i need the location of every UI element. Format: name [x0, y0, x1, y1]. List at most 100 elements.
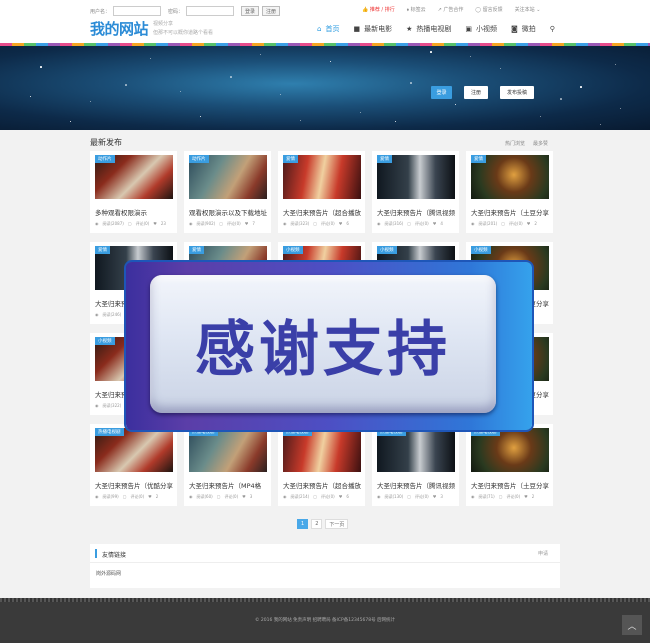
footer: © 2016 我的网站 免责声明 招聘聘局 备ICP备12345678号 后网统…	[0, 598, 650, 643]
category-tag[interactable]: 爱情	[283, 155, 298, 163]
category-tag[interactable]: 小视频	[377, 246, 397, 254]
video-title[interactable]: 观看权限演示以及下载地址	[189, 207, 269, 217]
banner-star	[410, 82, 412, 84]
nav-weipai[interactable]: ◙ 微拍	[504, 24, 543, 34]
video-thumbnail[interactable]: 热播电视剧	[471, 428, 549, 472]
comment-count: 评论(0)	[321, 221, 335, 226]
top-link-tags[interactable]: ⬧ 标签云	[407, 6, 426, 13]
video-card[interactable]: 热播电视剧 大圣归来预告片（腾讯视频 ◉ 阅读(130) ▢ 评论(0) ♥ 3	[372, 424, 459, 506]
friend-link-item[interactable]: 岗外源码网	[96, 570, 121, 577]
password-input[interactable]	[186, 6, 235, 16]
view-count: 阅读(246)	[102, 312, 122, 317]
video-title[interactable]: 大圣归来预告片（优酷分享	[95, 480, 175, 490]
video-title[interactable]: 大圣归来预告片（腾讯视频	[377, 207, 457, 217]
banner-buttons: 登录 注册 发布投稿	[431, 86, 534, 99]
eye-icon: ◉	[377, 494, 381, 499]
video-card[interactable]: 爱情大圣归来预告片（超合播放 ◉ 阅读(323) ▢ 评论(0) ♥ 6	[278, 151, 365, 233]
comment-count: 评论(0)	[509, 221, 523, 226]
video-thumbnail[interactable]: 热播电视剧	[189, 428, 267, 472]
eye-icon: ◉	[283, 221, 287, 226]
top-link-follow[interactable]: 关注本站 ⌄	[515, 6, 541, 13]
username-input[interactable]	[113, 6, 162, 16]
video-card[interactable]: 动作片观看权限演示以及下载地址 ◉ 阅读(902) ▢ 评论(0) ♥ 7	[184, 151, 271, 233]
video-card[interactable]: 爱情 大圣归来预告片（腾讯视频 ◉ 阅读(316) ▢ 评论(0) ♥ 4	[372, 151, 459, 233]
banner-star	[395, 121, 396, 122]
eye-icon: ◉	[471, 494, 475, 499]
banner-star	[500, 68, 501, 69]
category-tag[interactable]: 动作片	[189, 155, 209, 163]
page-2[interactable]: 2	[311, 519, 323, 529]
tag-icon: ⬧	[406, 7, 409, 13]
video-meta: ◉ 阅读(214) ▢ 评论(0) ♥ 6	[283, 494, 365, 500]
video-title[interactable]: 大圣归来预告片（土豆分享	[471, 207, 551, 217]
category-tag[interactable]: 动作片	[95, 155, 115, 163]
play-square-icon: ▣	[465, 25, 472, 33]
video-title[interactable]: 大圣归来预告片（MP4格	[189, 480, 269, 490]
chart-icon: ↗	[437, 7, 442, 13]
category-tag[interactable]: 爱情	[377, 155, 392, 163]
banner-star	[30, 96, 31, 97]
video-card[interactable]: 热播电视剧大圣归来预告片（超合播放 ◉ 阅读(214) ▢ 评论(0) ♥ 6	[278, 424, 365, 506]
comment-icon: ▢	[122, 494, 127, 499]
login-button[interactable]: 登录	[241, 6, 260, 16]
like-count: 4	[440, 221, 443, 226]
video-thumbnail[interactable]: 爱情	[377, 155, 455, 199]
top-link-rank[interactable]: 👍 推荐 / 排行	[362, 6, 395, 13]
nav-home[interactable]: ⌂ 首页	[310, 24, 346, 34]
category-tag[interactable]: 热播电视剧	[95, 428, 124, 436]
category-tag[interactable]: 爱情	[189, 246, 204, 254]
category-tag[interactable]: 爱情	[471, 155, 486, 163]
video-title[interactable]: 大圣归来预告片（腾讯视频	[377, 480, 457, 490]
tab-hot[interactable]: 热门浏览	[505, 140, 525, 147]
video-card[interactable]: 热播电视剧 大圣归来预告片（优酷分享 ◉ 阅读(99) ▢ 评论(0) ♥ 2	[90, 424, 177, 506]
banner-star	[90, 101, 91, 102]
eye-icon: ◉	[95, 494, 99, 499]
register-button[interactable]: 注册	[262, 6, 281, 16]
video-thumbnail[interactable]: 热播电视剧	[283, 428, 361, 472]
category-tag[interactable]: 小视频	[95, 337, 115, 345]
category-tag[interactable]: 小视频	[283, 246, 303, 254]
banner-login-button[interactable]: 登录	[431, 86, 452, 99]
video-meta: ◉ 阅读(902) ▢ 评论(0) ♥ 7	[189, 221, 271, 227]
view-count: 阅读(71)	[478, 494, 495, 499]
video-title[interactable]: 大圣归来预告片（土豆分享	[471, 480, 551, 490]
video-meta: ◉ 阅读(323) ▢ 评论(0) ♥ 6	[283, 221, 365, 227]
banner-star	[455, 104, 456, 105]
nav-search[interactable]: ⚲	[543, 24, 562, 34]
comment-count: 评论(0)	[130, 494, 145, 499]
video-thumbnail[interactable]: 动作片	[189, 155, 267, 199]
thumb-up-icon: 👍	[362, 7, 369, 13]
next-page-button[interactable]: 下一页	[325, 519, 349, 529]
banner-register-button[interactable]: 注册	[464, 86, 488, 99]
camera-icon: ◙	[510, 25, 518, 33]
video-card[interactable]: 动作片 多种观看权限演示 ◉ 阅读(2087) ▢ 评论(0) ♥ 23	[90, 151, 177, 233]
view-count: 阅读(99)	[102, 494, 119, 499]
video-card[interactable]: 热播电视剧 大圣归来预告片（土豆分享 ◉ 阅读(71) ▢ 评论(0) ♥ 2	[466, 424, 553, 506]
video-title[interactable]: 多种观看权限演示	[95, 207, 175, 217]
page-1[interactable]: 1	[297, 519, 309, 529]
thanks-overlay[interactable]: 感谢支持	[150, 275, 496, 413]
nav-movies[interactable]: ■ 最新电影	[346, 24, 399, 34]
video-card[interactable]: 热播电视剧 大圣归来预告片（MP4格 ◉ 阅读(60) ▢ 评论(0) ♥ 3	[184, 424, 271, 506]
video-title[interactable]: 大圣归来预告片（超合播放	[283, 480, 363, 490]
category-tag[interactable]: 爱情	[95, 246, 110, 254]
apply-link[interactable]: 申请	[538, 550, 548, 557]
nav-tv[interactable]: ★ 热播电视剧	[399, 24, 458, 34]
category-tag[interactable]: 小视频	[471, 246, 491, 254]
top-link-feedback[interactable]: ◯ 留言反馈	[475, 6, 502, 13]
video-thumbnail[interactable]: 热播电视剧	[95, 428, 173, 472]
video-thumbnail[interactable]: 爱情	[283, 155, 361, 199]
video-thumbnail[interactable]: 爱情	[471, 155, 549, 199]
back-to-top-button[interactable]: ︿	[622, 615, 642, 635]
site-logo[interactable]: 我的网站	[90, 18, 149, 39]
nav-short-video[interactable]: ▣ 小视频	[458, 24, 504, 34]
video-camera-icon: ■	[353, 25, 361, 33]
video-thumbnail[interactable]: 动作片	[95, 155, 173, 199]
banner-post-button[interactable]: 发布投稿	[500, 86, 534, 99]
video-title[interactable]: 大圣归来预告片（超合播放	[283, 207, 363, 217]
video-thumbnail[interactable]: 热播电视剧	[377, 428, 455, 472]
top-link-ads[interactable]: ↗ 广告合作	[438, 6, 464, 13]
comment-count: 评论(0)	[415, 221, 429, 226]
video-card[interactable]: 爱情 大圣归来预告片（土豆分享 ◉ 阅读(201) ▢ 评论(0) ♥ 2	[466, 151, 553, 233]
tab-most-liked[interactable]: 最多赞	[533, 140, 548, 147]
